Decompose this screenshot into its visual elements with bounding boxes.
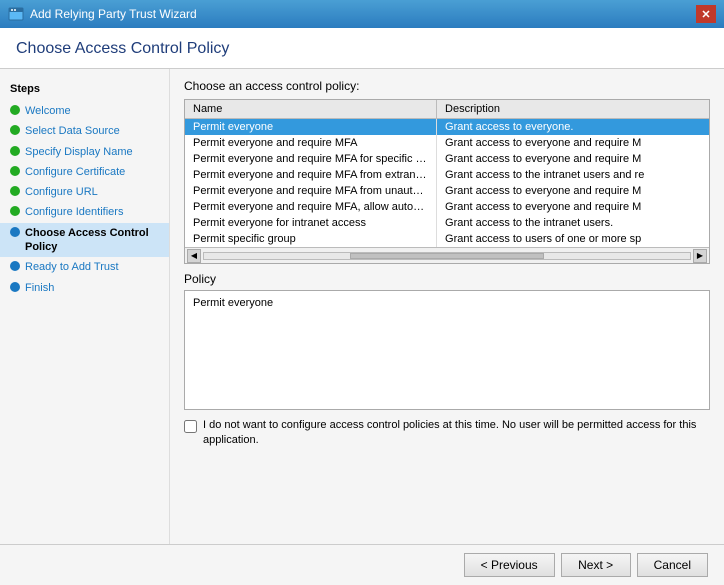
policy-name-cell: Permit everyone and require MFA <box>185 135 437 151</box>
next-button[interactable]: Next > <box>561 553 631 577</box>
policy-name-cell: Permit everyone and require MFA, allow a… <box>185 199 437 215</box>
sidebar-label-choose-access-control: Choose Access Control Policy <box>25 226 159 255</box>
dialog-title: Choose Access Control Policy <box>16 40 708 58</box>
sidebar-item-select-data-source[interactable]: Select Data Source <box>0 121 169 141</box>
policy-desc-cell: Grant access to everyone and require M <box>437 135 709 151</box>
sidebar-label-configure-certificate: Configure Certificate <box>25 165 125 179</box>
col-description: Description <box>437 100 709 119</box>
sidebar-label-select-data-source: Select Data Source <box>25 124 120 138</box>
table-row[interactable]: Permit specific groupGrant access to use… <box>185 231 709 247</box>
scroll-left-arrow[interactable]: ◀ <box>187 249 201 263</box>
title-bar: Add Relying Party Trust Wizard ✕ <box>0 0 724 28</box>
table-row[interactable]: Permit everyone and require MFA from una… <box>185 183 709 199</box>
policy-desc-cell: Grant access to the intranet users and r… <box>437 167 709 183</box>
dialog: Choose Access Control Policy Steps Welco… <box>0 28 724 585</box>
sidebar-item-configure-identifiers[interactable]: Configure Identifiers <box>0 202 169 222</box>
table-row[interactable]: Permit everyone and require MFAGrant acc… <box>185 135 709 151</box>
policy-name-cell: Permit everyone <box>185 119 437 136</box>
sidebar: Steps Welcome Select Data Source Specify D… <box>0 69 170 544</box>
scroll-right-arrow[interactable]: ▶ <box>693 249 707 263</box>
sidebar-label-specify-display-name: Specify Display Name <box>25 145 133 159</box>
table-row[interactable]: Permit everyoneGrant access to everyone. <box>185 119 709 136</box>
policy-name-cell: Permit everyone and require MFA from ext… <box>185 167 437 183</box>
sidebar-dot-welcome <box>10 105 20 115</box>
col-name: Name <box>185 100 437 119</box>
policy-desc-cell: Grant access to everyone and require M <box>437 183 709 199</box>
wizard-icon <box>8 6 24 22</box>
policy-desc-cell: Grant access to users of one or more sp <box>437 231 709 247</box>
main-content: Choose an access control policy: Name De… <box>170 69 724 544</box>
sidebar-dot-finish <box>10 282 20 292</box>
sidebar-dot-configure-certificate <box>10 166 20 176</box>
table-row[interactable]: Permit everyone and require MFA, allow a… <box>185 199 709 215</box>
table-row[interactable]: Permit everyone for intranet accessGrant… <box>185 215 709 231</box>
policy-table-container: Name Description Permit everyoneGrant ac… <box>184 99 710 264</box>
no-policy-checkbox[interactable] <box>184 420 197 433</box>
sidebar-label-configure-url: Configure URL <box>25 185 98 199</box>
policy-desc-cell: Grant access to everyone and require M <box>437 199 709 215</box>
policy-name-cell: Permit everyone and require MFA for spec… <box>185 151 437 167</box>
sidebar-dot-choose-access-control <box>10 227 20 237</box>
sidebar-dot-specify-display-name <box>10 146 20 156</box>
sidebar-item-configure-certificate[interactable]: Configure Certificate <box>0 162 169 182</box>
previous-button[interactable]: < Previous <box>464 553 555 577</box>
section-label: Choose an access control policy: <box>184 79 710 93</box>
policy-label: Policy <box>184 272 710 286</box>
policy-section: Policy Permit everyone <box>184 272 710 410</box>
table-header-row: Name Description <box>185 100 709 119</box>
horizontal-scrollbar[interactable]: ◀ ▶ <box>185 247 709 263</box>
sidebar-item-specify-display-name[interactable]: Specify Display Name <box>0 142 169 162</box>
sidebar-item-welcome[interactable]: Welcome <box>0 101 169 121</box>
policy-box: Permit everyone <box>184 290 710 410</box>
policy-name-cell: Permit everyone and require MFA from una… <box>185 183 437 199</box>
sidebar-item-choose-access-control[interactable]: Choose Access Control Policy <box>0 223 169 258</box>
table-row[interactable]: Permit everyone and require MFA for spec… <box>185 151 709 167</box>
policy-desc-cell: Grant access to everyone and require M <box>437 151 709 167</box>
policy-table: Name Description Permit everyoneGrant ac… <box>185 100 709 247</box>
sidebar-label-ready-to-add-trust: Ready to Add Trust <box>25 260 119 274</box>
no-policy-label: I do not want to configure access contro… <box>203 418 710 449</box>
sidebar-dot-ready-to-add-trust <box>10 261 20 271</box>
policy-table-body[interactable]: Permit everyoneGrant access to everyone.… <box>185 119 709 248</box>
sidebar-heading: Steps <box>0 79 169 101</box>
sidebar-item-ready-to-add-trust[interactable]: Ready to Add Trust <box>0 257 169 277</box>
sidebar-label-finish: Finish <box>25 281 54 295</box>
dialog-footer: < Previous Next > Cancel <box>0 544 724 585</box>
sidebar-dot-configure-identifiers <box>10 206 20 216</box>
scroll-track[interactable] <box>203 252 691 260</box>
policy-desc-cell: Grant access to everyone. <box>437 119 709 136</box>
sidebar-dot-select-data-source <box>10 125 20 135</box>
sidebar-dot-configure-url <box>10 186 20 196</box>
sidebar-label-welcome: Welcome <box>25 104 71 118</box>
dialog-body: Steps Welcome Select Data Source Specify D… <box>0 69 724 544</box>
sidebar-label-configure-identifiers: Configure Identifiers <box>25 205 123 219</box>
sidebar-item-finish[interactable]: Finish <box>0 278 169 298</box>
title-text: Add Relying Party Trust Wizard <box>30 7 197 21</box>
dialog-header: Choose Access Control Policy <box>0 28 724 69</box>
policy-name-cell: Permit everyone for intranet access <box>185 215 437 231</box>
sidebar-item-configure-url[interactable]: Configure URL <box>0 182 169 202</box>
checkbox-section: I do not want to configure access contro… <box>184 418 710 449</box>
cancel-button[interactable]: Cancel <box>637 553 708 577</box>
table-row[interactable]: Permit everyone and require MFA from ext… <box>185 167 709 183</box>
close-button[interactable]: ✕ <box>696 5 716 23</box>
scroll-thumb[interactable] <box>350 253 544 259</box>
policy-desc-cell: Grant access to the intranet users. <box>437 215 709 231</box>
policy-name-cell: Permit specific group <box>185 231 437 247</box>
